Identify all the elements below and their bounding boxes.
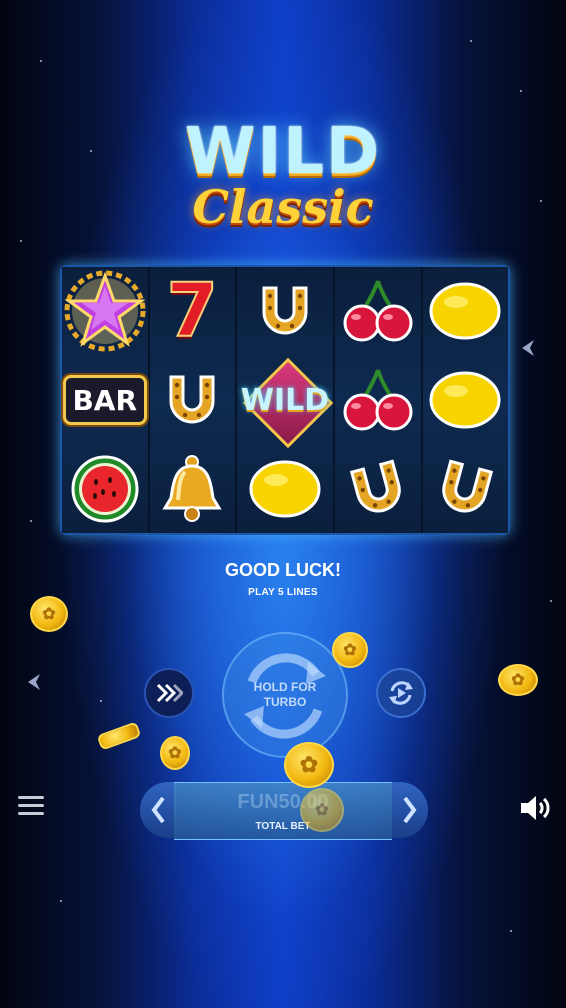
wild-icon: WILD: [237, 357, 334, 449]
decrease-bet-button[interactable]: [140, 782, 176, 838]
reel-3: WILD: [237, 267, 335, 533]
autoplay-button[interactable]: [376, 668, 426, 718]
lemon-icon: [429, 282, 501, 340]
cherries-icon: [343, 369, 413, 431]
reel-cell: [335, 356, 421, 445]
reel-4: [335, 267, 423, 533]
speaker-icon[interactable]: [519, 794, 553, 822]
bar-icon: BAR: [62, 375, 147, 425]
reel-cell: [423, 267, 509, 356]
lines-message: PLAY 5 LINES: [248, 587, 318, 598]
horseshoe-icon: [442, 459, 494, 513]
spin-hint: HOLD FOR TURBO: [224, 680, 346, 710]
bet-label: TOTAL BET: [255, 821, 311, 832]
reel-2: 7: [149, 267, 237, 533]
logo-wild-text: WILD: [184, 115, 382, 189]
reel-cell: [335, 444, 421, 533]
increase-bet-button[interactable]: [392, 782, 428, 838]
game-logo: WILD Classic: [0, 120, 566, 232]
star-icon: [64, 270, 146, 352]
autoplay-icon: [389, 681, 413, 705]
horseshoe-icon: [262, 286, 308, 335]
reel-cell: [423, 356, 509, 445]
left-arrow-decor-icon: [28, 674, 40, 690]
logo-classic-text: Classic: [192, 180, 374, 234]
spin-hint-line1: HOLD FOR: [253, 680, 317, 694]
bell-icon: [162, 454, 222, 522]
bet-display: FUN50.00 TOTAL BET: [174, 782, 392, 840]
chevron-right-icon: [403, 796, 417, 824]
coin-icon: ✿: [284, 742, 334, 788]
reel-cell: [150, 444, 236, 533]
reel-cell: WILD: [237, 356, 334, 449]
reel-5: [422, 267, 509, 533]
reel-cell: [62, 267, 148, 356]
seven-icon: 7: [166, 267, 219, 355]
status-message: GOOD LUCK!: [225, 560, 341, 580]
reel-1: BAR: [62, 267, 150, 533]
cherries-icon: [343, 280, 413, 342]
horseshoe-icon: [349, 459, 401, 513]
reel-cell: [237, 444, 333, 533]
turbo-button[interactable]: [144, 668, 194, 718]
reel-cell: 7: [150, 267, 236, 356]
reel-cell: [423, 444, 509, 533]
reel-cell: [335, 267, 421, 356]
fast-forward-icon: [156, 683, 183, 703]
reel-cell: BAR: [62, 356, 148, 445]
spin-hint-line2: TURBO: [263, 695, 307, 709]
coin-icon: ✿: [498, 664, 538, 696]
bar-label: BAR: [72, 383, 138, 417]
spin-button[interactable]: HOLD FOR TURBO: [222, 632, 348, 758]
reel-cell: [237, 267, 333, 356]
reel-cell: [62, 444, 148, 533]
lemon-icon: [249, 460, 321, 518]
reel-grid[interactable]: BAR 7 WILD: [60, 265, 510, 535]
chevron-left-icon: [151, 796, 165, 824]
lemon-icon: [429, 371, 501, 429]
bet-selector: FUN50.00 TOTAL BET: [140, 782, 428, 840]
wild-label: WILD: [240, 382, 330, 418]
coin-icon: ✿: [160, 736, 190, 770]
right-arrow-decor-icon: [522, 340, 534, 356]
coin-icon: ✿: [30, 596, 68, 632]
coin-icon: ✿: [332, 632, 368, 668]
horseshoe-icon: [169, 375, 215, 424]
watermelon-icon: [71, 455, 139, 523]
bet-value: FUN50.00: [237, 791, 329, 813]
hamburger-menu-icon[interactable]: [18, 796, 44, 818]
reel-cell: [150, 356, 236, 445]
coin-icon: ✿: [300, 788, 344, 832]
